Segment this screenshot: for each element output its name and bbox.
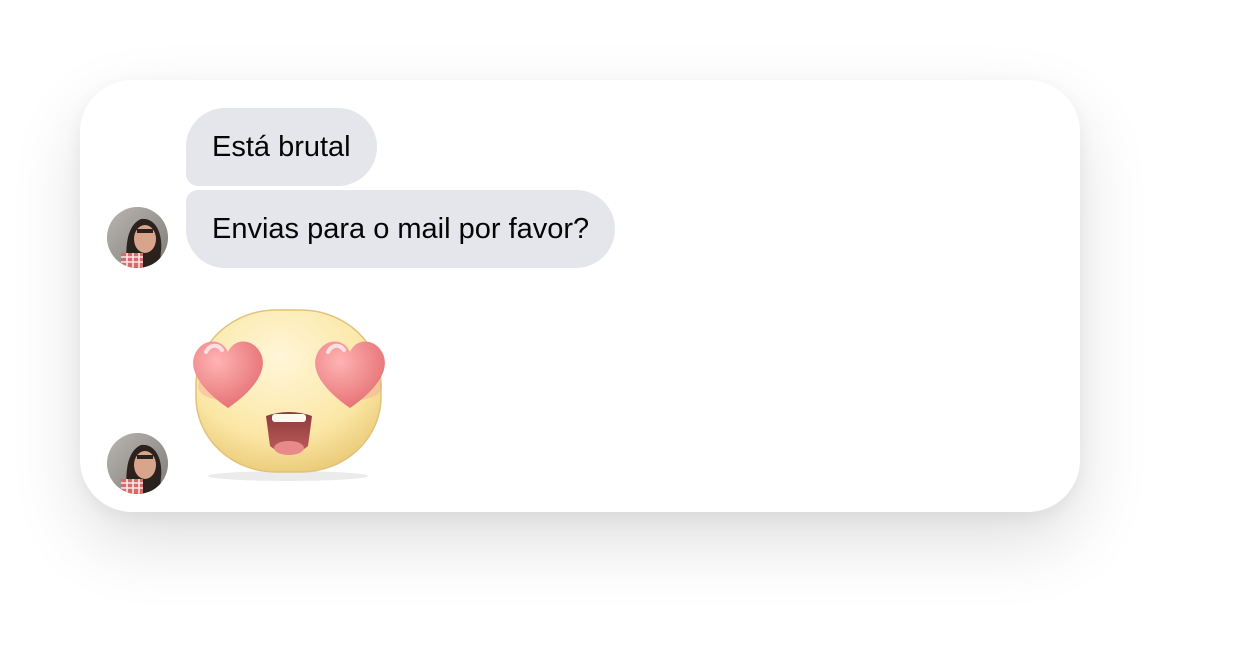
contact-avatar[interactable] xyxy=(107,433,168,494)
avatar-photo-icon xyxy=(107,207,168,268)
message-bubble[interactable]: Está brutal xyxy=(186,108,377,186)
avatar-photo-icon xyxy=(107,433,168,494)
message-thread-card: Está brutal Envias para o mail por favor… xyxy=(80,80,1080,512)
contact-avatar[interactable] xyxy=(107,207,168,268)
message-bubble[interactable]: Envias para o mail por favor? xyxy=(186,190,616,268)
heart-eyes-emoji-icon xyxy=(193,309,385,481)
screenshot-stage: Está brutal Envias para o mail por favor… xyxy=(0,0,1240,672)
heart-eyes-emoji-sticker[interactable] xyxy=(186,306,392,482)
